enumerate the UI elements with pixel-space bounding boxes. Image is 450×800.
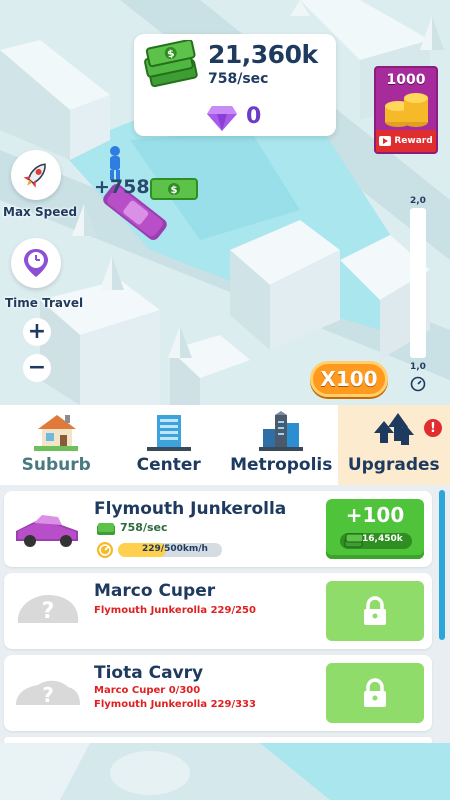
tab-label: Center	[136, 455, 201, 475]
office-building-icon	[146, 415, 191, 451]
max-speed-label: Max Speed	[3, 205, 78, 219]
tab-metropolis[interactable]: Metropolis	[225, 405, 338, 485]
reward-label: Reward	[394, 136, 433, 146]
lock-icon	[364, 678, 386, 707]
clock-pin-icon	[24, 249, 48, 277]
tab-upgrades[interactable]: Upgrades !	[337, 405, 450, 485]
locked-upgrade-button[interactable]	[326, 581, 424, 641]
district-tab-bar: Suburb Center Metropolis Upgrades !	[0, 405, 450, 485]
list-item: Flymouth Junkerolla 758/sec 229/500km/h …	[4, 491, 432, 567]
unlock-requirement: Flymouth Junkerolla 229/250	[94, 605, 256, 616]
upgrade-arrows-icon	[373, 413, 414, 445]
tab-label: Suburb	[21, 455, 91, 475]
svg-text:$: $	[171, 185, 178, 196]
reward-amount: 1000	[386, 72, 426, 88]
rocket-icon	[23, 163, 46, 188]
cash-stack-icon: $	[144, 40, 198, 88]
unlock-requirement: Flymouth Junkerolla 229/333	[94, 699, 256, 710]
gem-count: 0	[246, 104, 262, 129]
speed-slider[interactable]	[410, 208, 426, 358]
cash-rate: 758/sec	[208, 71, 269, 87]
house-icon	[34, 415, 79, 451]
map-peek	[0, 743, 450, 800]
time-travel-label: Time Travel	[5, 296, 84, 310]
max-speed-button[interactable]	[11, 150, 61, 200]
svg-text:?: ?	[42, 599, 55, 624]
buy-cost: 16,450k	[362, 534, 403, 544]
cash-amount: 21,360k	[208, 40, 318, 69]
lock-icon	[364, 596, 386, 625]
zoom-in-button[interactable]: +	[23, 318, 51, 346]
buy-upgrade-button[interactable]: +100 16,450k	[326, 499, 424, 559]
tab-label: Upgrades	[347, 455, 440, 475]
speedometer-icon	[97, 542, 113, 558]
svg-text:?: ?	[42, 683, 54, 707]
car-name: Tiota Cavry	[94, 663, 204, 683]
car-thumbnail	[16, 515, 78, 547]
locked-car-silhouette: ?	[17, 595, 79, 624]
car-name: Flymouth Junkerolla	[94, 499, 287, 519]
speed-min-label: 1,0	[410, 362, 426, 372]
speed-max-label: 2,0	[410, 196, 426, 206]
alert-badge: !	[424, 419, 442, 437]
speedometer-icon	[410, 376, 426, 392]
money-panel: $ 21,360k 758/sec 0	[134, 34, 336, 136]
locked-car-silhouette: ?	[16, 680, 80, 707]
skyscrapers-icon	[259, 411, 304, 451]
tab-center[interactable]: Center	[113, 405, 226, 485]
car-name: Marco Cuper	[94, 581, 216, 601]
zoom-out-button[interactable]: −	[23, 354, 51, 382]
video-icon	[379, 136, 392, 146]
locked-upgrade-button[interactable]	[326, 663, 424, 723]
gem-icon	[207, 106, 237, 131]
time-travel-button[interactable]	[11, 238, 61, 288]
upgrade-list[interactable]: Flymouth Junkerolla 758/sec 229/500km/h …	[0, 485, 450, 800]
tab-suburb[interactable]: Suburb	[0, 405, 113, 485]
tab-label: Metropolis	[230, 455, 333, 475]
speed-progress-text: 229/500km/h	[142, 544, 208, 554]
cash-stack-icon	[344, 533, 364, 548]
buy-amount: +100	[345, 503, 405, 527]
coin-stack-icon	[385, 93, 428, 127]
reward-video-button[interactable]: 1000 Reward	[374, 66, 438, 154]
list-item: ? Tiota Cavry Marco Cuper 0/300 Flymouth…	[4, 655, 432, 731]
reward-label-bar: Reward	[376, 130, 436, 152]
unlock-requirement: Marco Cuper 0/300	[94, 685, 201, 696]
list-item: ? Marco Cuper Flymouth Junkerolla 229/25…	[4, 573, 432, 649]
cash-icon	[97, 523, 115, 535]
car-income-rate: 758/sec	[120, 521, 168, 534]
multiplier-button[interactable]: X100	[310, 361, 388, 397]
list-scrollbar[interactable]	[439, 490, 445, 640]
cash-icon: $	[150, 178, 198, 200]
floating-income-text: +758	[94, 176, 150, 198]
